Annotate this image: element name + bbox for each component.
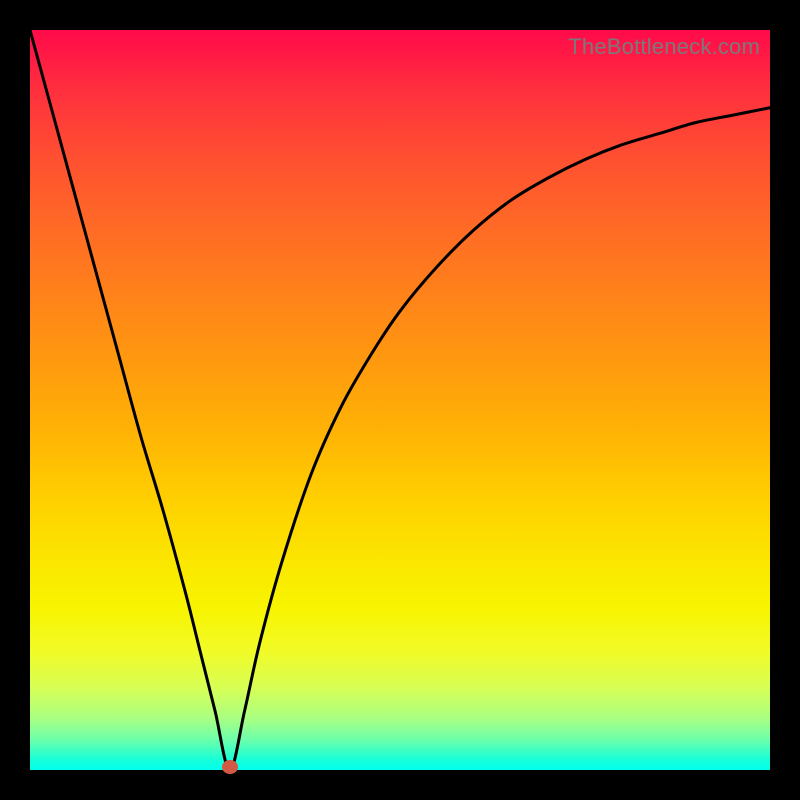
plot-area: TheBottleneck.com (30, 30, 770, 770)
chart-frame: TheBottleneck.com (0, 0, 800, 800)
curve-path (30, 30, 770, 770)
bottleneck-curve (30, 30, 770, 770)
minimum-marker-dot (222, 760, 238, 774)
